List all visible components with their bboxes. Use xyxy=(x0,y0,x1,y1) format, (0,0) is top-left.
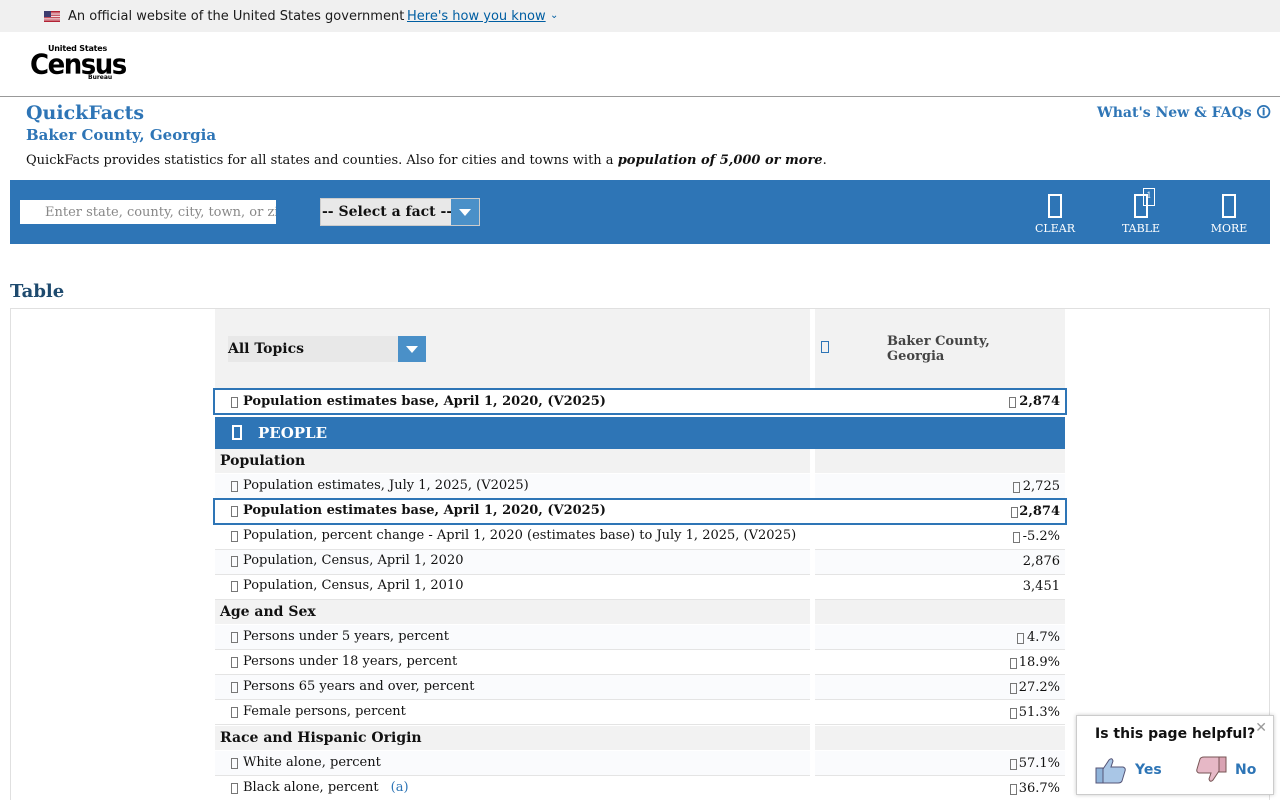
info-icon[interactable] xyxy=(231,397,238,408)
table-row[interactable]: Black alone, percent (a) 36.7% xyxy=(215,776,1065,800)
table-row[interactable]: Persons under 5 years, percent 4.7% xyxy=(215,625,1065,650)
info-icon[interactable] xyxy=(231,556,238,567)
info-icon[interactable] xyxy=(231,506,238,517)
feedback-widget: Is this page helpful? ✕ Yes No xyxy=(1076,715,1274,795)
info-icon[interactable] xyxy=(1017,633,1024,644)
close-icon[interactable]: ✕ xyxy=(1255,720,1267,736)
info-icon[interactable] xyxy=(231,657,238,668)
table-row[interactable]: Female persons, percent 51.3% xyxy=(215,700,1065,725)
search-toolbar: -- Select a fact -- CLEAR 1 TABLE MORE xyxy=(10,180,1270,244)
table-row[interactable]: Persons under 18 years, percent 18.9% xyxy=(215,650,1065,675)
whats-new-faqs-link[interactable]: What's New & FAQs 🛈 xyxy=(1097,102,1271,126)
us-flag-icon xyxy=(44,11,60,22)
table-button[interactable]: 1 TABLE xyxy=(1111,188,1171,236)
chevron-down-icon xyxy=(398,336,426,362)
topics-dropdown[interactable]: All Topics xyxy=(228,336,426,362)
info-icon[interactable] xyxy=(1010,683,1017,694)
thumbs-up-icon xyxy=(1095,758,1126,784)
info-icon[interactable] xyxy=(231,632,238,643)
info-icon[interactable] xyxy=(231,707,238,718)
table-count-badge: 1 xyxy=(1143,188,1155,206)
gov-banner-text: An official website of the United States… xyxy=(68,9,405,24)
table-heading: Table xyxy=(10,281,65,302)
section-header: Population xyxy=(215,449,1065,473)
info-icon[interactable] xyxy=(1013,482,1020,493)
table-row-highlighted[interactable]: Population estimates base, April 1, 2020… xyxy=(213,498,1067,525)
location-info-icon[interactable] xyxy=(821,341,829,353)
section-header: Race and Hispanic Origin xyxy=(215,726,1065,750)
thumbs-down-icon xyxy=(1196,756,1227,782)
site-header: United States Census Bureau xyxy=(0,32,1280,97)
page-title: QuickFacts xyxy=(26,102,145,124)
pinned-fact-row[interactable]: Population estimates base, April 1, 2020… xyxy=(213,388,1067,415)
info-icon[interactable] xyxy=(231,682,238,693)
heres-how-you-know-link[interactable]: Here's how you know xyxy=(407,9,546,24)
info-icon[interactable] xyxy=(231,531,238,542)
people-section-header[interactable]: PEOPLE xyxy=(215,417,1065,449)
chevron-down-icon[interactable]: ⌄ xyxy=(550,10,558,21)
gov-banner: An official website of the United States… xyxy=(0,0,1280,32)
table-row[interactable]: White alone, percent 57.1% xyxy=(215,751,1065,776)
feedback-question: Is this page helpful? xyxy=(1095,726,1256,742)
trash-icon xyxy=(1048,194,1062,218)
table-row[interactable]: Population, percent change - April 1, 20… xyxy=(215,525,1065,550)
table-row[interactable]: Persons 65 years and over, percent 27.2% xyxy=(215,675,1065,700)
info-icon[interactable] xyxy=(1010,784,1017,795)
info-icon[interactable] xyxy=(231,758,238,769)
more-button[interactable]: MORE xyxy=(1199,192,1259,236)
table-row[interactable]: Population, Census, April 1, 2010 3,451 xyxy=(215,575,1065,600)
location-subtitle: Baker County, Georgia xyxy=(26,126,217,144)
clear-button[interactable]: CLEAR xyxy=(1025,192,1085,236)
select-fact-dropdown[interactable]: -- Select a fact -- xyxy=(320,198,480,226)
people-icon xyxy=(232,425,242,440)
info-icon[interactable] xyxy=(1013,532,1020,543)
location-search-input[interactable] xyxy=(20,200,276,224)
info-icon[interactable] xyxy=(1009,397,1016,408)
census-logo[interactable]: United States Census Bureau xyxy=(30,44,127,84)
info-icon[interactable] xyxy=(231,481,238,492)
table-row[interactable]: Population estimates, July 1, 2025, (V20… xyxy=(215,474,1065,499)
footnote-link[interactable]: (a) xyxy=(391,780,409,795)
info-icon[interactable] xyxy=(1010,759,1017,770)
info-icon[interactable] xyxy=(231,783,238,794)
info-icon[interactable] xyxy=(1011,507,1018,518)
info-icon[interactable] xyxy=(1010,658,1017,669)
location-column-title: Baker County, Georgia xyxy=(887,334,990,364)
chevron-down-icon xyxy=(451,199,479,225)
section-header: Age and Sex xyxy=(215,600,1065,624)
more-icon xyxy=(1222,194,1236,218)
table-row[interactable]: Population, Census, April 1, 2020 2,876 xyxy=(215,550,1065,575)
info-icon[interactable] xyxy=(231,581,238,592)
info-icon[interactable] xyxy=(1010,708,1017,719)
page-description: QuickFacts provides statistics for all s… xyxy=(26,153,827,168)
